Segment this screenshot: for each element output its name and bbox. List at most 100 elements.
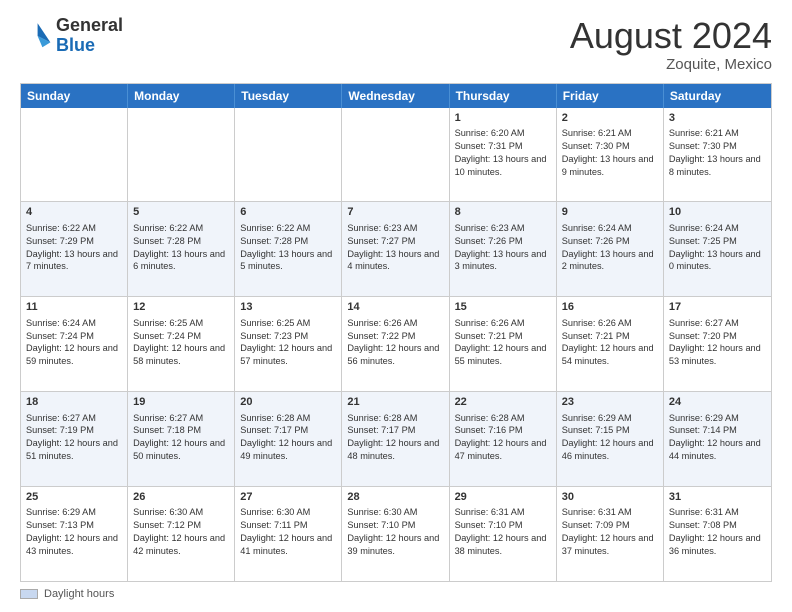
- day-number: 20: [240, 395, 336, 410]
- calendar: SundayMondayTuesdayWednesdayThursdayFrid…: [20, 83, 772, 582]
- day-number: 17: [669, 300, 766, 315]
- day-number: 2: [562, 111, 658, 126]
- day-info: Sunrise: 6:21 AM Sunset: 7:30 PM Dayligh…: [562, 128, 654, 177]
- day-info: Sunrise: 6:28 AM Sunset: 7:17 PM Dayligh…: [240, 413, 332, 462]
- day-info: Sunrise: 6:30 AM Sunset: 7:10 PM Dayligh…: [347, 507, 439, 556]
- day-info: Sunrise: 6:27 AM Sunset: 7:19 PM Dayligh…: [26, 413, 118, 462]
- logo-text: General Blue: [56, 16, 123, 56]
- day-info: Sunrise: 6:24 AM Sunset: 7:25 PM Dayligh…: [669, 223, 761, 272]
- month-title: August 2024: [570, 16, 772, 56]
- logo-icon: [20, 20, 52, 52]
- day-number: 6: [240, 205, 336, 220]
- day-number: 14: [347, 300, 443, 315]
- day-info: Sunrise: 6:31 AM Sunset: 7:10 PM Dayligh…: [455, 507, 547, 556]
- calendar-cell: [235, 108, 342, 202]
- calendar-cell: 21 Sunrise: 6:28 AM Sunset: 7:17 PM Dayli…: [342, 392, 449, 486]
- calendar-cell: 22Sunrise: 6:28 AM Sunset: 7:16 PM Dayli…: [450, 392, 557, 486]
- day-info: Sunrise: 6:30 AM Sunset: 7:12 PM Dayligh…: [133, 507, 225, 556]
- day-info: Sunrise: 6:25 AM Sunset: 7:24 PM Dayligh…: [133, 318, 225, 367]
- day-number: 12: [133, 300, 229, 315]
- day-number: 18: [26, 395, 122, 410]
- day-number: 24: [669, 395, 766, 410]
- day-info: Sunrise: 6:29 AM Sunset: 7:15 PM Dayligh…: [562, 413, 654, 462]
- day-info: Sunrise: 6:26 AM Sunset: 7:21 PM Dayligh…: [562, 318, 654, 367]
- calendar-cell: 25 Sunrise: 6:29 AM Sunset: 7:13 PM Dayli…: [21, 487, 128, 581]
- day-info: Sunrise: 6:29 AM Sunset: 7:14 PM Dayligh…: [669, 413, 761, 462]
- calendar-cell: 18 Sunrise: 6:27 AM Sunset: 7:19 PM Dayli…: [21, 392, 128, 486]
- day-info: Sunrise: 6:26 AM Sunset: 7:21 PM Dayligh…: [455, 318, 547, 367]
- calendar-day-header: Saturday: [664, 84, 771, 108]
- day-info: Sunrise: 6:22 AM Sunset: 7:28 PM Dayligh…: [133, 223, 225, 272]
- location: Zoquite, Mexico: [570, 56, 772, 73]
- calendar-cell: 3 Sunrise: 6:21 AM Sunset: 7:30 PM Daylig…: [664, 108, 771, 202]
- calendar-cell: 24 Sunrise: 6:29 AM Sunset: 7:14 PM Dayli…: [664, 392, 771, 486]
- day-number: 4: [26, 205, 122, 220]
- day-number: 23: [562, 395, 658, 410]
- day-number: 1: [455, 111, 551, 126]
- day-number: 30: [562, 490, 658, 505]
- logo-blue-text: Blue: [56, 35, 95, 55]
- calendar-cell: 4Sunrise: 6:22 AM Sunset: 7:29 PM Daylig…: [21, 202, 128, 296]
- calendar-cell: 6 Sunrise: 6:22 AM Sunset: 7:28 PM Daylig…: [235, 202, 342, 296]
- calendar-cell: 19 Sunrise: 6:27 AM Sunset: 7:18 PM Dayli…: [128, 392, 235, 486]
- day-number: 3: [669, 111, 766, 126]
- day-info: Sunrise: 6:25 AM Sunset: 7:23 PM Dayligh…: [240, 318, 332, 367]
- day-number: 31: [669, 490, 766, 505]
- day-info: Sunrise: 6:22 AM Sunset: 7:28 PM Dayligh…: [240, 223, 332, 272]
- calendar-week-row: 25 Sunrise: 6:29 AM Sunset: 7:13 PM Dayli…: [21, 486, 771, 581]
- calendar-cell: 23 Sunrise: 6:29 AM Sunset: 7:15 PM Dayli…: [557, 392, 664, 486]
- calendar-cell: 7 Sunrise: 6:23 AM Sunset: 7:27 PM Daylig…: [342, 202, 449, 296]
- calendar-cell: 28 Sunrise: 6:30 AM Sunset: 7:10 PM Dayli…: [342, 487, 449, 581]
- day-info: Sunrise: 6:30 AM Sunset: 7:11 PM Dayligh…: [240, 507, 332, 556]
- page: General Blue August 2024 Zoquite, Mexico…: [0, 0, 792, 612]
- day-number: 21: [347, 395, 443, 410]
- day-number: 7: [347, 205, 443, 220]
- calendar-cell: 12 Sunrise: 6:25 AM Sunset: 7:24 PM Dayli…: [128, 297, 235, 391]
- calendar-day-header: Friday: [557, 84, 664, 108]
- calendar-cell: 26 Sunrise: 6:30 AM Sunset: 7:12 PM Dayli…: [128, 487, 235, 581]
- day-info: Sunrise: 6:31 AM Sunset: 7:08 PM Dayligh…: [669, 507, 761, 556]
- day-info: Sunrise: 6:20 AM Sunset: 7:31 PM Dayligh…: [455, 128, 547, 177]
- calendar-week-row: 18 Sunrise: 6:27 AM Sunset: 7:19 PM Dayli…: [21, 391, 771, 486]
- day-info: Sunrise: 6:23 AM Sunset: 7:27 PM Dayligh…: [347, 223, 439, 272]
- day-number: 19: [133, 395, 229, 410]
- calendar-cell: 17Sunrise: 6:27 AM Sunset: 7:20 PM Dayli…: [664, 297, 771, 391]
- calendar-cell: 30 Sunrise: 6:31 AM Sunset: 7:09 PM Dayli…: [557, 487, 664, 581]
- day-info: Sunrise: 6:21 AM Sunset: 7:30 PM Dayligh…: [669, 128, 761, 177]
- calendar-cell: 29Sunrise: 6:31 AM Sunset: 7:10 PM Dayli…: [450, 487, 557, 581]
- calendar-cell: 16Sunrise: 6:26 AM Sunset: 7:21 PM Dayli…: [557, 297, 664, 391]
- day-info: Sunrise: 6:23 AM Sunset: 7:26 PM Dayligh…: [455, 223, 547, 272]
- calendar-day-header: Monday: [128, 84, 235, 108]
- day-info: Sunrise: 6:28 AM Sunset: 7:17 PM Dayligh…: [347, 413, 439, 462]
- day-info: Sunrise: 6:29 AM Sunset: 7:13 PM Dayligh…: [26, 507, 118, 556]
- day-info: Sunrise: 6:24 AM Sunset: 7:24 PM Dayligh…: [26, 318, 118, 367]
- logo: General Blue: [20, 16, 123, 56]
- footer: Daylight hours: [20, 588, 772, 600]
- calendar-cell: 11Sunrise: 6:24 AM Sunset: 7:24 PM Dayli…: [21, 297, 128, 391]
- calendar-cell: 31 Sunrise: 6:31 AM Sunset: 7:08 PM Dayli…: [664, 487, 771, 581]
- day-number: 8: [455, 205, 551, 220]
- calendar-day-header: Tuesday: [235, 84, 342, 108]
- title-block: August 2024 Zoquite, Mexico: [570, 16, 772, 73]
- calendar-cell: 2 Sunrise: 6:21 AM Sunset: 7:30 PM Daylig…: [557, 108, 664, 202]
- calendar-cell: 1 Sunrise: 6:20 AM Sunset: 7:31 PM Daylig…: [450, 108, 557, 202]
- day-number: 28: [347, 490, 443, 505]
- day-number: 26: [133, 490, 229, 505]
- day-info: Sunrise: 6:27 AM Sunset: 7:18 PM Dayligh…: [133, 413, 225, 462]
- day-number: 10: [669, 205, 766, 220]
- day-info: Sunrise: 6:26 AM Sunset: 7:22 PM Dayligh…: [347, 318, 439, 367]
- calendar-cell: [21, 108, 128, 202]
- day-info: Sunrise: 6:24 AM Sunset: 7:26 PM Dayligh…: [562, 223, 654, 272]
- calendar-cell: 15Sunrise: 6:26 AM Sunset: 7:21 PM Dayli…: [450, 297, 557, 391]
- calendar-cell: 10 Sunrise: 6:24 AM Sunset: 7:25 PM Dayli…: [664, 202, 771, 296]
- day-info: Sunrise: 6:28 AM Sunset: 7:16 PM Dayligh…: [455, 413, 547, 462]
- calendar-day-header: Sunday: [21, 84, 128, 108]
- calendar-week-row: 4Sunrise: 6:22 AM Sunset: 7:29 PM Daylig…: [21, 201, 771, 296]
- calendar-cell: [128, 108, 235, 202]
- calendar-week-row: 11Sunrise: 6:24 AM Sunset: 7:24 PM Dayli…: [21, 296, 771, 391]
- day-info: Sunrise: 6:31 AM Sunset: 7:09 PM Dayligh…: [562, 507, 654, 556]
- calendar-cell: 13Sunrise: 6:25 AM Sunset: 7:23 PM Dayli…: [235, 297, 342, 391]
- calendar-cell: 27Sunrise: 6:30 AM Sunset: 7:11 PM Dayli…: [235, 487, 342, 581]
- day-number: 25: [26, 490, 122, 505]
- calendar-body: 1 Sunrise: 6:20 AM Sunset: 7:31 PM Daylig…: [21, 108, 771, 581]
